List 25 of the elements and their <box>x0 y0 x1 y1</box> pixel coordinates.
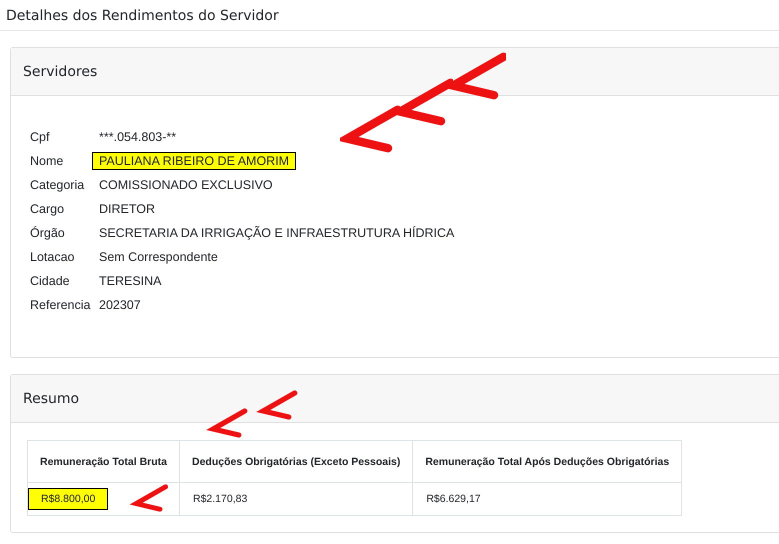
field-value: Sem Correspondente <box>98 249 219 266</box>
table-cell: R$8.800,00 <box>28 488 108 510</box>
field-value: 202307 <box>98 297 142 314</box>
field-label: Cidade <box>30 274 71 288</box>
field-label: Nome <box>30 154 64 168</box>
column-header: Remuneração Total Após Deduções Obrigatórias <box>412 440 682 482</box>
field-value: TERESINA <box>98 273 163 290</box>
page-title: Detalhes dos Rendimentos do Servidor <box>6 8 279 24</box>
field-label: Referencia <box>30 298 92 312</box>
field-value: SECRETARIA DA IRRIGAÇÃO E INFRAESTRUTURA HÍDRICA <box>98 225 456 242</box>
field-label: Lotacao <box>30 250 76 264</box>
field-value: DIRETOR <box>98 201 156 218</box>
field-label: Categoria <box>30 178 86 192</box>
card-title: Servidores <box>23 64 98 80</box>
table-cell-text: R$6.629,17 <box>425 492 482 507</box>
field-label: Cargo <box>30 202 66 216</box>
field-label: Cpf <box>30 130 50 144</box>
field-value: ***.054.803-** <box>98 129 178 146</box>
field-value: PAULIANA RIBEIRO DE AMORIM <box>92 152 296 170</box>
column-header: Remuneração Total Bruta <box>28 440 180 482</box>
field-label: Órgão <box>30 226 66 240</box>
column-header: Deduções Obrigatórias (Exceto Pessoais) <box>180 440 413 482</box>
table-cell-text: R$2.170,83 <box>192 492 248 507</box>
card-title: Resumo <box>23 390 80 406</box>
field-value: COMISSIONADO EXCLUSIVO <box>98 177 274 194</box>
